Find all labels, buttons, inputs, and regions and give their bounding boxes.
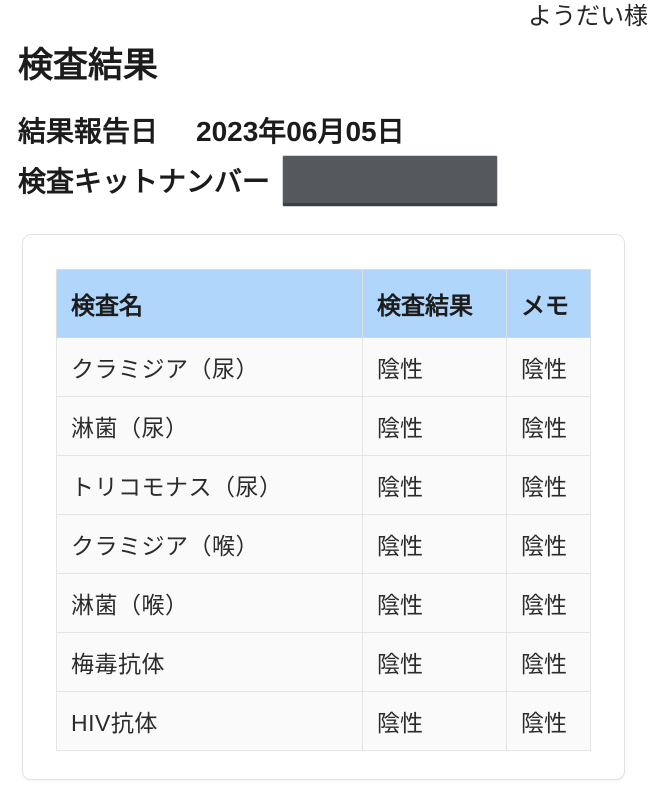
cell-memo: 陰性 [506, 514, 591, 574]
cell-test-result: 陰性 [362, 632, 507, 692]
cell-test-name: トリコモナス（尿） [56, 455, 363, 515]
table-row: トリコモナス（尿） 陰性 陰性 [56, 455, 591, 515]
cell-test-name: クラミジア（喉） [56, 514, 363, 574]
cell-test-result: 陰性 [362, 455, 507, 515]
table-row: 梅毒抗体 陰性 陰性 [56, 632, 591, 692]
table-row: 淋菌（喉） 陰性 陰性 [56, 573, 591, 633]
cell-test-name: クラミジア（尿） [56, 337, 363, 397]
cell-test-name: HIV抗体 [56, 691, 363, 751]
results-card: 検査名 検査結果 メモ クラミジア（尿） 陰性 陰性 淋菌（尿） 陰性 陰性 ト… [22, 234, 625, 780]
table-row: 淋菌（尿） 陰性 陰性 [56, 396, 591, 456]
cell-test-name: 梅毒抗体 [56, 632, 363, 692]
cell-test-result: 陰性 [362, 396, 507, 456]
cell-test-result: 陰性 [362, 691, 507, 751]
report-date-label: 結果報告日 [18, 116, 159, 148]
page-title: 検査結果 [18, 46, 159, 85]
cell-test-result: 陰性 [362, 573, 507, 633]
cell-memo: 陰性 [506, 573, 591, 633]
report-date-value: 2023年06月05日 [196, 116, 405, 148]
cell-test-name: 淋菌（喉） [56, 573, 363, 633]
kit-number-label: 検査キットナンバー [18, 165, 271, 197]
cell-memo: 陰性 [506, 396, 591, 456]
cell-test-result: 陰性 [362, 514, 507, 574]
cell-memo: 陰性 [506, 337, 591, 397]
column-header-test-result: 検査結果 [362, 269, 507, 338]
kit-number-row: 検査キットナンバー [18, 156, 631, 207]
table-row: HIV抗体 陰性 陰性 [56, 691, 591, 751]
cell-memo: 陰性 [506, 691, 591, 751]
kit-number-redacted-block [283, 156, 498, 207]
cell-test-result: 陰性 [362, 337, 507, 397]
column-header-test-name: 検査名 [56, 269, 363, 338]
report-date-row: 結果報告日 2023年06月05日 [18, 114, 631, 149]
user-name-label: ようだい様 [528, 3, 648, 30]
results-table-wrapper: 検査名 検査結果 メモ クラミジア（尿） 陰性 陰性 淋菌（尿） 陰性 陰性 ト… [56, 269, 591, 751]
cell-memo: 陰性 [506, 455, 591, 515]
table-header-row: 検査名 検査結果 メモ [56, 269, 591, 338]
page-heading-block: 検査結果 結果報告日 2023年06月05日 検査キットナンバー [18, 46, 631, 207]
table-row: クラミジア（尿） 陰性 陰性 [56, 337, 591, 397]
column-header-memo: メモ [506, 269, 591, 338]
cell-memo: 陰性 [506, 632, 591, 692]
results-table: 検査名 検査結果 メモ クラミジア（尿） 陰性 陰性 淋菌（尿） 陰性 陰性 ト… [56, 269, 591, 751]
table-row: クラミジア（喉） 陰性 陰性 [56, 514, 591, 574]
user-bar: ようだい様 [0, 0, 649, 34]
cell-test-name: 淋菌（尿） [56, 396, 363, 456]
